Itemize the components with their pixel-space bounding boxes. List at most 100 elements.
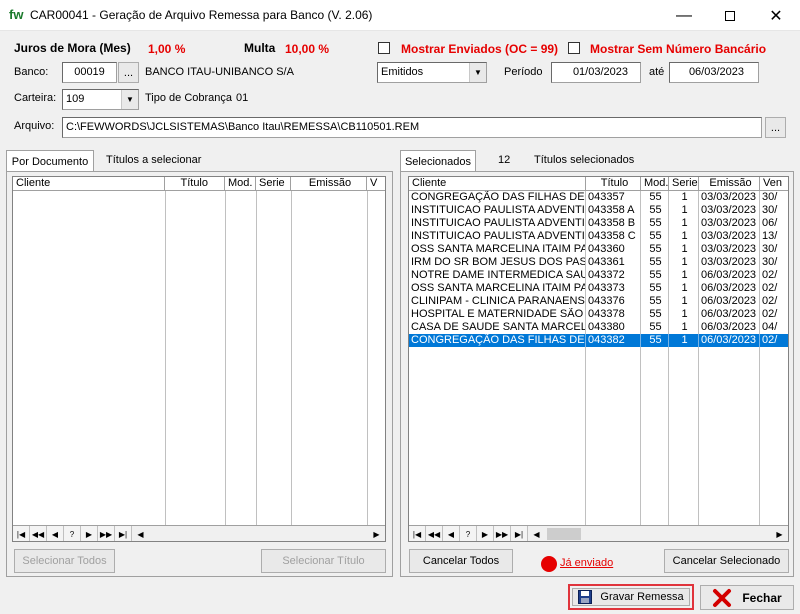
gravar-remessa-button[interactable]: Gravar Remessa bbox=[572, 588, 690, 606]
status-select[interactable]: Emitidos ▼ bbox=[377, 62, 487, 83]
table-cell: 02/ bbox=[762, 295, 778, 307]
table-row[interactable]: OSS SANTA MARCELINA ITAIM PA 043373 55 1 06/… bbox=[409, 282, 788, 295]
selected-count: 12 bbox=[498, 154, 511, 166]
chevron-down-icon[interactable]: ▼ bbox=[121, 90, 138, 109]
table-cell: 55 bbox=[641, 191, 669, 204]
table-cell: 1 bbox=[669, 256, 699, 269]
col-emissao[interactable]: Emissão bbox=[291, 177, 367, 191]
minimize-button[interactable]: — bbox=[661, 0, 707, 31]
banco-label: Banco: bbox=[14, 66, 49, 78]
tab-selecionados[interactable]: Selecionados bbox=[400, 150, 476, 172]
select-all-button[interactable]: Selecionar Todos bbox=[14, 549, 115, 573]
table-cell: CONGREGAÇÃO DAS FILHAS DE N bbox=[411, 334, 586, 347]
table-row[interactable]: INSTITUICAO PAULISTA ADVENTI 043358 C 55 1 0… bbox=[409, 230, 788, 243]
nav-prev-icon[interactable]: ◀ bbox=[443, 526, 460, 541]
arquivo-field[interactable]: C:\FEWWORDS\JCLSISTEMAS\Banco Itau\REMES… bbox=[62, 117, 762, 138]
table-cell: 55 bbox=[641, 269, 669, 282]
nav-next-page-icon[interactable]: ▶▶ bbox=[494, 526, 511, 541]
table-cell: 1 bbox=[669, 282, 699, 295]
table-row[interactable]: OSS SANTA MARCELINA ITAIM PA 043360 55 1 03/… bbox=[409, 243, 788, 256]
table-row[interactable]: CONGREGAÇÃO DAS FILHAS DE N 043357 55 1 03/0… bbox=[409, 191, 788, 204]
mostrar-sem-numero-checkbox[interactable] bbox=[568, 42, 580, 54]
nav-next-icon[interactable]: ▶ bbox=[477, 526, 494, 541]
nav-search-icon[interactable]: ? bbox=[64, 526, 81, 541]
table-cell: 1 bbox=[669, 295, 699, 308]
cancel-selected-button[interactable]: Cancelar Selecionado bbox=[664, 549, 789, 573]
scrollbar-thumb[interactable] bbox=[547, 528, 581, 540]
table-cell: 30/ bbox=[762, 243, 778, 255]
ja-enviado-indicator-icon bbox=[541, 556, 557, 572]
nav-prev-icon[interactable]: ◀ bbox=[47, 526, 64, 541]
table-cell: 043372 bbox=[586, 269, 641, 282]
nav-prev-page-icon[interactable]: ◀◀ bbox=[426, 526, 443, 541]
table-cell: 043378 bbox=[586, 308, 641, 321]
select-title-button[interactable]: Selecionar Título bbox=[261, 549, 386, 573]
maximize-icon bbox=[725, 10, 735, 21]
table-cell: 55 bbox=[641, 217, 669, 230]
col-cliente[interactable]: Cliente bbox=[409, 177, 586, 191]
table-cell: CASA DE SAUDE SANTA MARCEL bbox=[411, 321, 586, 334]
horizontal-scrollbar[interactable] bbox=[149, 526, 368, 541]
table-cell: 043373 bbox=[586, 282, 641, 295]
table-cell: 1 bbox=[669, 321, 699, 334]
col-mod[interactable]: Mod. bbox=[225, 177, 256, 191]
col-venc[interactable]: V bbox=[367, 177, 385, 191]
banco-code-field[interactable]: 00019 bbox=[62, 62, 117, 83]
col-titulo[interactable]: Título bbox=[165, 177, 225, 191]
table-cell: 03/03/2023 bbox=[699, 217, 760, 230]
table-cell: 02/ bbox=[762, 269, 778, 281]
periodo-from-field[interactable]: 01/03/2023 bbox=[551, 62, 641, 83]
col-venc[interactable]: Ven bbox=[760, 177, 788, 191]
carteira-select[interactable]: 109 ▼ bbox=[62, 89, 139, 110]
nav-first-icon[interactable]: |◀ bbox=[409, 526, 426, 541]
left-grid-navbar: |◀ ◀◀ ◀ ? ▶ ▶▶ ▶| ◀ ▶ bbox=[13, 525, 385, 541]
table-row[interactable]: INSTITUICAO PAULISTA ADVENTI 043358 B 55 1 0… bbox=[409, 217, 788, 230]
scroll-left-icon[interactable]: ◀ bbox=[132, 526, 149, 541]
nav-first-icon[interactable]: |◀ bbox=[13, 526, 30, 541]
col-mod[interactable]: Mod. bbox=[641, 177, 669, 191]
mostrar-sem-numero-label[interactable]: Mostrar Sem Número Bancário bbox=[590, 42, 766, 56]
nav-next-icon[interactable]: ▶ bbox=[81, 526, 98, 541]
table-cell: 55 bbox=[641, 308, 669, 321]
col-emissao[interactable]: Emissão bbox=[699, 177, 760, 191]
cancel-all-button[interactable]: Cancelar Todos bbox=[409, 549, 513, 573]
nav-prev-page-icon[interactable]: ◀◀ bbox=[30, 526, 47, 541]
banco-name: BANCO ITAU-UNIBANCO S/A bbox=[145, 66, 294, 78]
close-button[interactable]: ✕ bbox=[753, 0, 799, 31]
table-row[interactable]: IRM DO SR BOM JESUS DOS PAS 043361 55 1 03/0… bbox=[409, 256, 788, 269]
right-grid[interactable]: Cliente Título Mod. Serie Emissão Ven CO… bbox=[408, 176, 789, 542]
close-x-icon bbox=[713, 588, 732, 607]
save-icon bbox=[578, 590, 593, 604]
banco-lookup-button[interactable]: ... bbox=[118, 62, 139, 83]
maximize-button[interactable] bbox=[707, 0, 753, 31]
nav-next-page-icon[interactable]: ▶▶ bbox=[98, 526, 115, 541]
nav-last-icon[interactable]: ▶| bbox=[511, 526, 528, 541]
horizontal-scrollbar[interactable] bbox=[545, 526, 771, 541]
col-cliente[interactable]: Cliente bbox=[13, 177, 165, 191]
table-row[interactable]: INSTITUICAO PAULISTA ADVENTI 043358 A 55 1 0… bbox=[409, 204, 788, 217]
scroll-right-icon[interactable]: ▶ bbox=[771, 526, 788, 541]
left-grid[interactable]: Cliente Título Mod. Serie Emissão V |◀ ◀… bbox=[12, 176, 386, 542]
arquivo-browse-button[interactable]: ... bbox=[765, 117, 786, 138]
col-serie[interactable]: Serie bbox=[669, 177, 699, 191]
chevron-down-icon[interactable]: ▼ bbox=[469, 63, 486, 82]
fechar-button[interactable]: Fechar bbox=[700, 585, 794, 610]
nav-last-icon[interactable]: ▶| bbox=[115, 526, 132, 541]
periodo-to-field[interactable]: 06/03/2023 bbox=[669, 62, 759, 83]
table-row[interactable]: NOTRE DAME INTERMEDICA SAU 043372 55 1 06/03… bbox=[409, 269, 788, 282]
table-row[interactable]: CONGREGAÇÃO DAS FILHAS DE N 043382 55 1 06/0… bbox=[409, 334, 788, 347]
tab-por-documento[interactable]: Por Documento bbox=[6, 150, 94, 172]
table-cell: 03/03/2023 bbox=[699, 243, 760, 256]
scroll-left-icon[interactable]: ◀ bbox=[528, 526, 545, 541]
col-serie[interactable]: Serie bbox=[256, 177, 291, 191]
table-cell: 55 bbox=[641, 204, 669, 217]
scroll-right-icon[interactable]: ▶ bbox=[368, 526, 385, 541]
left-panel-title: Títulos a selecionar bbox=[106, 154, 202, 166]
table-row[interactable]: HOSPITAL E MATERNIDADE SÃO 043378 55 1 06/03… bbox=[409, 308, 788, 321]
table-row[interactable]: CLINIPAM - CLINICA PARANAENSE 043376 55 1 06… bbox=[409, 295, 788, 308]
mostrar-enviados-label[interactable]: Mostrar Enviados (OC = 99) bbox=[401, 42, 558, 56]
col-titulo[interactable]: Título bbox=[586, 177, 641, 191]
nav-search-icon[interactable]: ? bbox=[460, 526, 477, 541]
mostrar-enviados-checkbox[interactable] bbox=[378, 42, 390, 54]
table-row[interactable]: CASA DE SAUDE SANTA MARCEL 043380 55 1 06/03… bbox=[409, 321, 788, 334]
